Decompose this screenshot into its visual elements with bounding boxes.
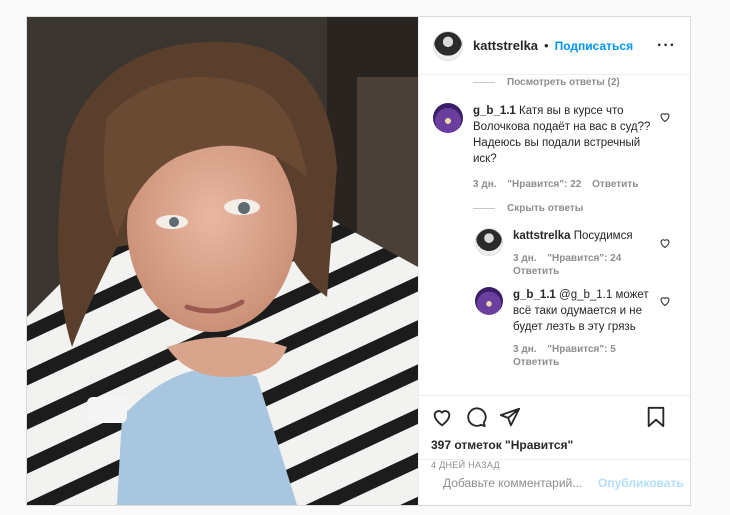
reply-username[interactable]: g_b_1.1 [513,289,556,301]
reply-age[interactable]: 3 дн. [513,253,537,264]
heart-icon[interactable] [431,406,453,428]
comment-item: g_b_1.1 Катя вы в курсе что Волочкова по… [433,103,663,193]
header-separator: • [544,38,549,53]
reply-reply-button[interactable]: Ответить [513,357,559,368]
reply-age[interactable]: 3 дн. [513,344,537,355]
actions-row [431,404,678,430]
replier-avatar[interactable] [475,228,503,256]
reply-item: g_b_1.1 @g_b_1.1 может всё таки одумаетс… [475,287,655,369]
hide-replies-label: Скрыть ответы [507,203,584,214]
reply-mention[interactable]: @g_b_1.1 [559,289,612,301]
post-photo[interactable] [27,17,418,505]
photo-image [27,17,418,505]
hide-replies-button[interactable]: Скрыть ответы [473,201,583,217]
divider-line [473,207,495,209]
more-icon[interactable]: ··· [657,37,676,55]
likes-count[interactable]: 397 отметок "Нравится" [431,438,678,452]
heart-icon[interactable] [659,237,671,249]
author-username[interactable]: kattstrelka [473,38,538,53]
reply-likes[interactable]: "Нравится": 24 [547,253,621,264]
follow-button[interactable]: Подписаться [555,39,633,53]
view-replies-button[interactable]: Посмотреть ответы (2) [473,75,620,91]
reply-item: kattstrelka Посудимся 3 дн. "Нравится": … [475,228,655,278]
post-card: kattstrelka • Подписаться ··· Посмотреть… [26,16,691,506]
post-header: kattstrelka • Подписаться ··· [419,17,690,75]
author-avatar[interactable] [433,30,463,61]
comment-input[interactable] [443,475,598,490]
comment-username[interactable]: g_b_1.1 [473,105,516,117]
replier-avatar[interactable] [475,287,503,315]
add-comment-bar: Опубликовать [419,459,690,505]
heart-icon[interactable] [659,111,671,123]
comment-icon[interactable] [465,406,487,428]
comment-reply-button[interactable]: Ответить [592,179,638,190]
view-replies-label: Посмотреть ответы (2) [507,77,620,88]
heart-icon[interactable] [659,295,671,307]
comment-age[interactable]: 3 дн. [473,179,497,190]
divider-line [473,81,495,83]
comments-list[interactable]: Посмотреть ответы (2) g_b_1.1 Катя вы в … [419,75,690,395]
publish-button[interactable]: Опубликовать [598,476,684,490]
reply-reply-button[interactable]: Ответить [513,266,559,277]
reply-text: Посудимся [573,230,633,242]
share-icon[interactable] [499,406,521,428]
commenter-avatar[interactable] [433,103,463,133]
comment-likes[interactable]: "Нравится": 22 [507,179,581,190]
post-sidebar: kattstrelka • Подписаться ··· Посмотреть… [418,17,690,505]
reply-username[interactable]: kattstrelka [513,230,571,242]
bookmark-icon[interactable] [646,406,666,428]
reply-likes[interactable]: "Нравится": 5 [547,344,616,355]
